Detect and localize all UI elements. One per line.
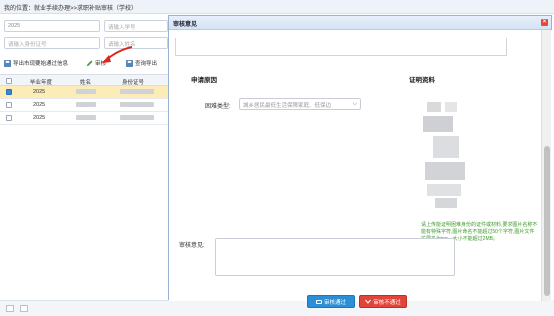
col-name: 姓名 <box>80 80 92 86</box>
close-icon[interactable]: × <box>541 19 548 26</box>
page-size-select[interactable] <box>6 305 14 312</box>
proof-image[interactable] <box>423 102 469 210</box>
opinion-textarea[interactable] <box>215 238 455 276</box>
redacted-id <box>120 115 154 120</box>
audit-dialog: 审核意见 × 申请原因 证明资料 困难类型: 城乡居民最低生活保障家庭、低保边 … <box>168 15 553 308</box>
query-export-label: 查询导出 <box>135 61 158 67</box>
redacted-id <box>120 102 154 107</box>
year-field[interactable]: 2025 <box>4 20 100 32</box>
table-row[interactable]: 2025 <box>0 112 170 125</box>
student-table: 毕业年度 姓名 身份证号 2025 2025 2025 <box>0 74 170 125</box>
save-icon <box>4 59 11 67</box>
dialog-title: 审核意见 <box>173 22 198 28</box>
approve-button[interactable]: 审核通过 <box>307 295 355 308</box>
row-checkbox[interactable] <box>6 89 12 95</box>
export-button[interactable]: 导出市现要始通过信息 <box>4 57 68 69</box>
row-year: 2025 <box>33 89 46 95</box>
table-row[interactable]: 2025 <box>0 99 170 112</box>
student-no-field[interactable]: 请输入学号 <box>104 20 168 32</box>
red-arrow-annotation <box>102 46 133 63</box>
col-id-card: 身份证号 <box>122 80 145 86</box>
pagination-bar <box>0 300 554 316</box>
row-checkbox[interactable] <box>6 115 12 121</box>
table-row[interactable]: 2025 <box>0 86 170 99</box>
chevron-down-icon <box>365 299 372 304</box>
redacted-name <box>76 89 96 94</box>
row-year: 2025 <box>33 102 46 108</box>
id-card-field[interactable]: 请输入身份证号 <box>4 37 100 49</box>
scrollbar-thumb[interactable] <box>544 146 550 296</box>
reject-label: 审核不通过 <box>373 299 401 306</box>
section-proof-title: 证明资料 <box>409 77 435 84</box>
export-label: 导出市现要始通过信息 <box>13 61 69 67</box>
inner-frame <box>175 38 507 56</box>
dialog-scrollbar[interactable] <box>541 30 551 301</box>
col-year: 毕业年度 <box>30 80 53 86</box>
approve-label: 审核通过 <box>323 299 346 306</box>
reject-button[interactable]: 审核不通过 <box>359 295 407 308</box>
section-reason-title: 申请原因 <box>191 77 217 84</box>
select-all-checkbox[interactable] <box>6 78 12 84</box>
pencil-icon <box>86 60 93 66</box>
difficulty-label: 困难类型: <box>205 104 231 110</box>
dialog-header: 审核意见 × <box>169 16 551 30</box>
breadcrumb: 我的位置：就业手续办理>>求职补贴审核（学校） <box>0 0 554 14</box>
row-checkbox[interactable] <box>6 102 12 108</box>
redacted-name <box>76 115 96 120</box>
card-icon <box>315 299 322 304</box>
row-year: 2025 <box>33 115 46 121</box>
chevron-down-icon: ⌵ <box>352 101 357 107</box>
difficulty-select[interactable]: 城乡居民最低生活保障家庭、低保边 ⌵ <box>239 98 361 110</box>
dialog-body: 申请原因 证明资料 困难类型: 城乡居民最低生活保障家庭、低保边 ⌵ 请上传能证… <box>169 30 553 308</box>
toolbar: 导出市现要始通过信息 审核 查询导出 <box>0 56 170 70</box>
redacted-id <box>120 89 154 94</box>
first-page-button[interactable] <box>20 305 28 312</box>
opinion-label: 审核意见: <box>179 243 205 249</box>
difficulty-value: 城乡居民最低生活保障家庭、低保边 <box>243 103 332 109</box>
table-header: 毕业年度 姓名 身份证号 <box>0 74 170 86</box>
redacted-name <box>76 102 96 107</box>
